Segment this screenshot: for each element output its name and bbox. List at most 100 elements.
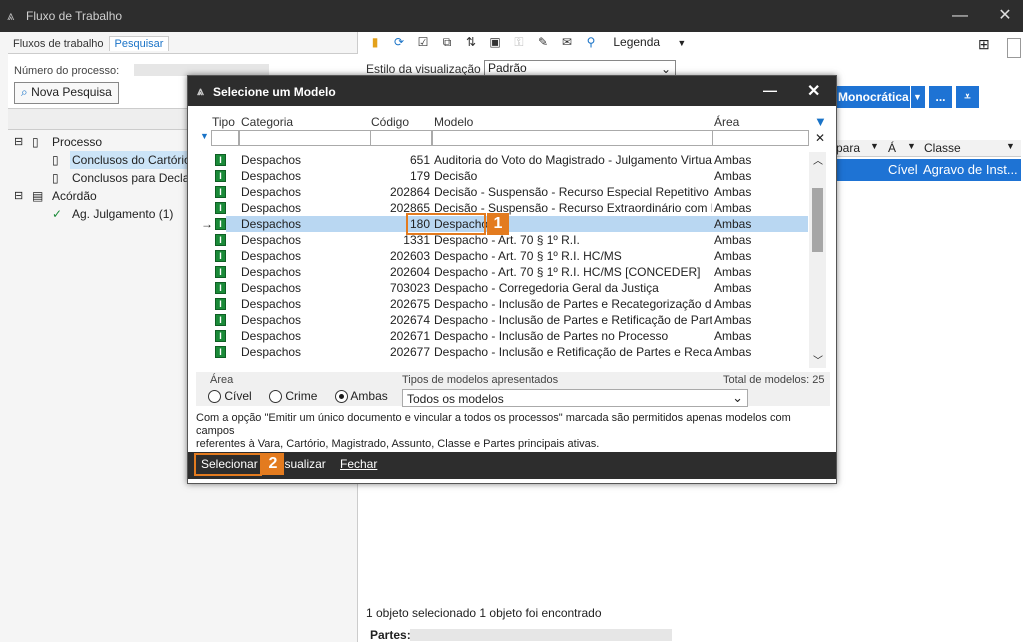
- row-model: Despacho - Inclusão de Partes e Recatego…: [434, 297, 712, 311]
- result-row[interactable]: Cível Agravo de Inst...: [836, 159, 1021, 181]
- radio-civel[interactable]: [208, 390, 221, 404]
- col-tipo: Tipo: [212, 115, 235, 129]
- row-area: Ambas: [714, 329, 752, 343]
- table-row[interactable]: I Despachos 703023 Despacho - Corregedoria …: [196, 280, 808, 296]
- dialog-titlebar: ⩓ Selecione um Modelo — ✕: [188, 76, 836, 106]
- scroll-down-icon[interactable]: ﹀: [813, 352, 823, 367]
- table-row[interactable]: I Despachos 202675 Despacho - Inclusão de P…: [196, 296, 808, 312]
- filter-area[interactable]: [712, 130, 809, 146]
- scroll-thumb[interactable]: [812, 188, 823, 252]
- total-models: Total de modelos: 25: [723, 374, 825, 386]
- partes-value: [410, 629, 672, 641]
- row-category: Despachos: [241, 185, 302, 199]
- document-icon: ▯: [52, 171, 59, 185]
- model-grid: I Despachos 651 Auditoria do Voto do Magist…: [196, 152, 808, 368]
- model-type-icon: I: [215, 314, 226, 326]
- monocratica-button[interactable]: Monocrática ▼: [836, 86, 925, 108]
- row-code: 202677: [389, 345, 430, 359]
- refresh-icon[interactable]: ⟳: [390, 33, 408, 51]
- clear-filter-icon[interactable]: ✕: [815, 131, 825, 145]
- row-category: Despachos: [241, 153, 302, 167]
- checklist-icon[interactable]: ☑: [414, 33, 432, 51]
- copy-icon[interactable]: ⧉: [438, 33, 456, 51]
- row-area: Ambas: [714, 185, 752, 199]
- side-panel-toggle[interactable]: [1007, 38, 1021, 58]
- row-area: Ambas: [714, 345, 752, 359]
- new-search-button[interactable]: ⌕ Nova Pesquisa: [14, 82, 119, 104]
- minimize-button[interactable]: —: [950, 6, 970, 26]
- row-area: Ambas: [714, 169, 752, 183]
- filter-modelo[interactable]: [432, 130, 713, 146]
- row-category: Despachos: [241, 313, 302, 327]
- stack-icon: ▤: [32, 189, 44, 203]
- types-value: Todos os modelos: [407, 392, 504, 406]
- row-model: Despacho - Corregedoria Geral da Justiça: [434, 281, 659, 295]
- step-badge-2: 2: [262, 453, 284, 475]
- col-area: Á: [888, 141, 897, 155]
- app-logo-icon: ⩓: [197, 84, 204, 98]
- save-icon[interactable]: ▣: [486, 33, 504, 51]
- legend-dropdown-icon[interactable]: ▼: [677, 38, 686, 48]
- row-classe: Agravo de Inst...: [923, 162, 1018, 177]
- close-window-button[interactable]: ✕: [995, 6, 1015, 26]
- table-row[interactable]: I Despachos 202604 Despacho - Art. 70 § 1º …: [196, 264, 808, 280]
- more-button[interactable]: ...: [929, 86, 952, 108]
- model-type-icon: I: [215, 154, 226, 166]
- structure-icon[interactable]: ⊞: [978, 36, 990, 53]
- filter-tipo[interactable]: [211, 130, 239, 146]
- row-area: Ambas: [714, 281, 752, 295]
- table-row[interactable]: I Despachos 202864 Decisão - Suspensão - Re…: [196, 184, 808, 200]
- col-filter-icon[interactable]: ▼: [1006, 141, 1015, 151]
- types-select[interactable]: Todos os modelos ⌄: [402, 389, 748, 407]
- app-logo-icon: ⩓: [7, 8, 15, 23]
- expander-icon[interactable]: ⊟: [14, 133, 23, 151]
- row-category: Despachos: [241, 201, 302, 215]
- close-button[interactable]: Fechar: [340, 457, 377, 471]
- radio-ambas[interactable]: [334, 390, 348, 404]
- legend-menu[interactable]: Legenda: [613, 35, 660, 49]
- dialog-minimize-button[interactable]: —: [763, 82, 777, 98]
- monocratica-label: Monocrática: [838, 90, 909, 104]
- grid-scrollbar[interactable]: ︿ ﹀: [809, 152, 826, 368]
- row-category: Despachos: [241, 297, 302, 311]
- model-type-icon: I: [215, 346, 226, 358]
- row-code: 202604: [389, 265, 430, 279]
- current-row-icon: →: [201, 217, 213, 231]
- step-badge-1: 1: [487, 213, 509, 235]
- table-row[interactable]: I Despachos 202603 Despacho - Art. 70 § 1º …: [196, 248, 808, 264]
- table-row[interactable]: I Despachos 651 Auditoria do Voto do Magist…: [196, 152, 808, 168]
- check-icon: ✓: [52, 207, 63, 221]
- col-para: para: [836, 141, 861, 155]
- table-row[interactable]: I Despachos 202674 Despacho - Inclusão de P…: [196, 312, 808, 328]
- filter-menu-button[interactable]: ⩡: [956, 86, 979, 108]
- table-row[interactable]: I Despachos 179 Decisão Ambas: [196, 168, 808, 184]
- message-icon[interactable]: ✉: [558, 33, 576, 51]
- model-type-icon: I: [215, 282, 226, 294]
- tab-pesquisar[interactable]: Pesquisar: [108, 36, 170, 51]
- row-area: Cível: [888, 162, 918, 177]
- types-label: Tipos de modelos apresentados: [402, 374, 559, 386]
- col-filter-icon[interactable]: ▼: [907, 141, 916, 151]
- model-type-icon: I: [215, 298, 226, 310]
- user-search-icon[interactable]: ⚲: [582, 33, 600, 51]
- table-row[interactable]: I Despachos 202671 Despacho - Inclusão de P…: [196, 328, 808, 344]
- dialog-close-button[interactable]: ✕: [807, 81, 820, 101]
- radio-crime-label[interactable]: Crime: [285, 389, 317, 403]
- col-filter-icon[interactable]: ▼: [870, 141, 879, 151]
- select-button[interactable]: Selecionar: [201, 457, 258, 471]
- tree-item-label: Acórdão: [52, 189, 97, 203]
- radio-civel-label[interactable]: Cível: [224, 389, 251, 403]
- folder-icon[interactable]: ▮: [366, 33, 384, 51]
- tab-fluxos[interactable]: Fluxos de trabalho: [8, 37, 109, 51]
- row-category: Despachos: [241, 249, 302, 263]
- row-model: Despacho - Art. 70 § 1º R.I. HC/MS [CONC…: [434, 265, 701, 279]
- table-row[interactable]: I Despachos 202677 Despacho - Inclusão e Re…: [196, 344, 808, 360]
- filter-icon[interactable]: ▼: [814, 114, 827, 129]
- scroll-up-icon[interactable]: ︿: [813, 152, 823, 167]
- edit-icon[interactable]: ✎: [534, 33, 552, 51]
- expander-icon[interactable]: ⊟: [14, 187, 23, 205]
- transfer-icon[interactable]: ⇅: [462, 33, 480, 51]
- filter-codigo[interactable]: [370, 130, 432, 146]
- radio-crime[interactable]: [269, 390, 283, 404]
- radio-ambas-label[interactable]: Ambas: [350, 389, 387, 403]
